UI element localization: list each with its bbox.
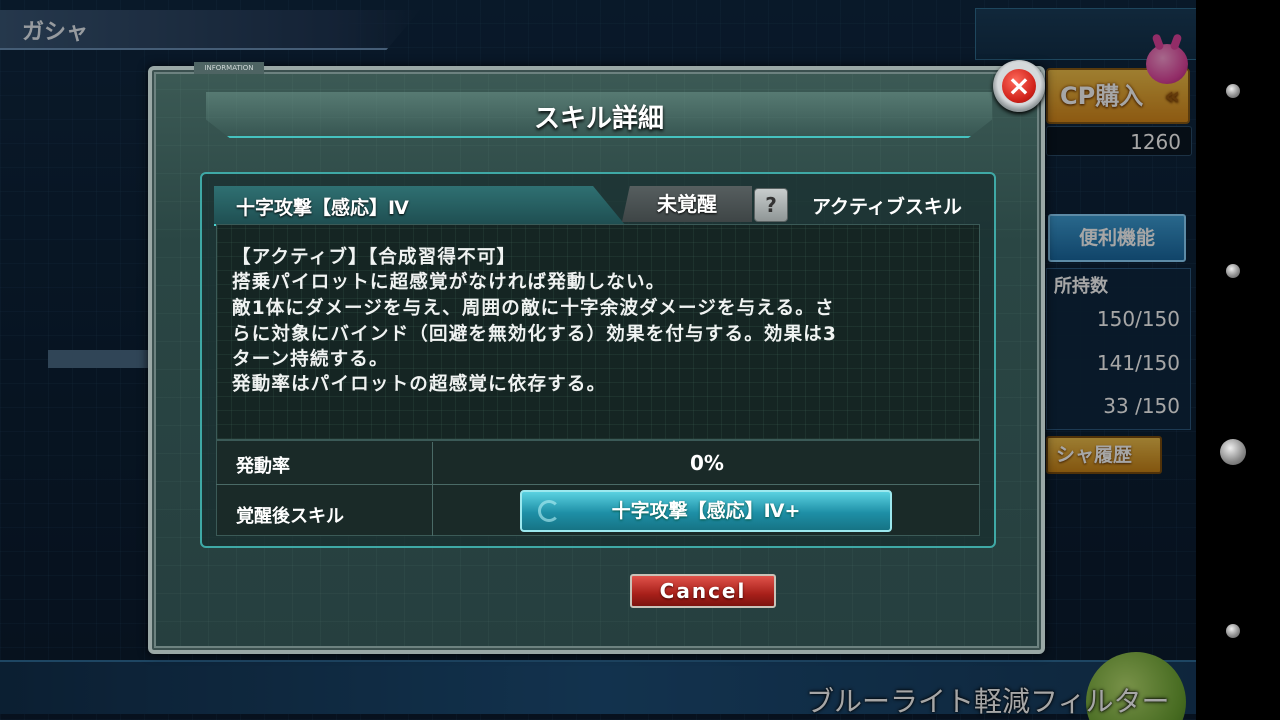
skill-name: 十字攻撃【感応】Ⅳ (236, 197, 409, 219)
after-awaken-skill-button[interactable]: 十字攻撃【感応】Ⅳ+ (520, 490, 892, 532)
close-button[interactable]: × (993, 60, 1045, 112)
nav-dot-icon (1226, 264, 1240, 278)
activation-rate-value: 0% (690, 451, 724, 475)
description-line: らに対象にバインド（回避を無効化する）効果を付与する。効果は3 (232, 324, 838, 345)
close-icon: × (1002, 69, 1036, 103)
description-line: 搭乗パイロットに超感覚がなければ発動しない。 (232, 272, 666, 293)
description-line: 敵1体にダメージを与え、周囲の敵に十字余波ダメージを与える。さ (232, 298, 835, 319)
game-screen: ガシャ CP購入 « 1260 便利機能 所持数 150/150 141/150… (0, 0, 1196, 720)
skill-type-label: アクティブスキル (812, 196, 962, 218)
refresh-icon (538, 500, 560, 522)
modal-title: スキル詳細 (533, 104, 664, 134)
help-button[interactable]: ? (754, 188, 788, 222)
description-line: 【アクティブ】【合成習得不可】 (232, 247, 517, 268)
description-line: ターン持続する。 (232, 349, 389, 370)
description-line: 発動率はパイロットの超感覚に依存する。 (232, 374, 607, 395)
table-divider (432, 442, 433, 536)
after-awaken-skill-label: 覚醒後スキル (236, 506, 344, 527)
nav-dot-icon (1226, 84, 1240, 98)
cancel-button[interactable]: Cancel (630, 574, 776, 608)
information-tag: INFORMATION (194, 62, 264, 74)
activation-rate-label: 発動率 (236, 456, 290, 477)
device-navigation-bar (1196, 0, 1280, 720)
nav-dot-icon (1226, 624, 1240, 638)
awaken-status-badge: 未覚醒 (622, 186, 752, 222)
home-dot-icon[interactable] (1220, 439, 1246, 465)
table-divider (216, 484, 980, 485)
